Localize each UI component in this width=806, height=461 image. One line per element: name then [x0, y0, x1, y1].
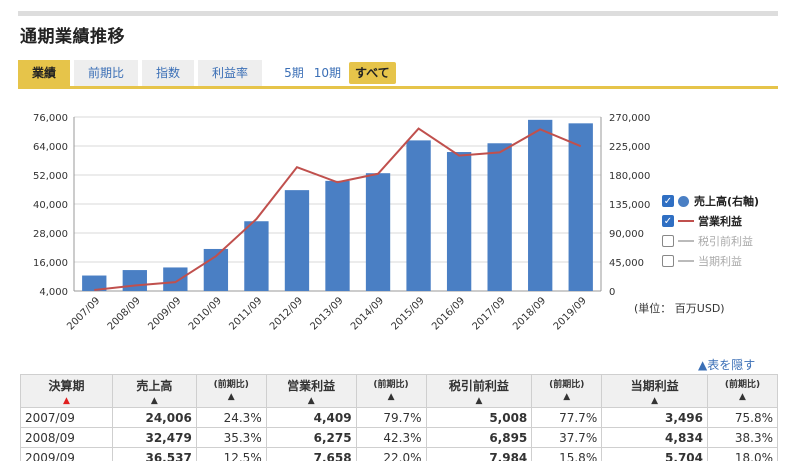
legend-revenue-label: 売上高(右軸): [694, 195, 760, 208]
legend-revenue[interactable]: ✓ 売上高(右軸): [662, 192, 759, 210]
col-revenue[interactable]: 売上高 ▲: [111, 374, 197, 408]
unit-label: (単位： 百万USD): [634, 302, 725, 315]
legend-line-marker-icon: [678, 220, 694, 222]
col-net-profit-yoy[interactable]: (前期比) ▲: [707, 374, 778, 408]
left-tick-label: 28,000: [33, 229, 68, 240]
right-tick-label: 180,000: [609, 171, 650, 182]
legend-operating-profit-checkbox[interactable]: ✓: [662, 215, 674, 227]
col-pretax-profit[interactable]: 税引前利益 ▲: [425, 374, 533, 408]
x-tick-label: 2010/09: [187, 295, 224, 332]
x-tick-label: 2016/09: [430, 295, 467, 332]
legend-net-profit[interactable]: 当期利益: [662, 252, 759, 270]
right-axis-ticks: 0 45,000 90,000 135,000 180,000 225,000 270,00…: [609, 113, 650, 298]
tab-margin[interactable]: 利益率: [198, 60, 263, 86]
table-row: 2008/09 32,479 35.3% 6,275 42.3% 6,895 3…: [20, 427, 778, 448]
legend-pretax-profit-label: 税引前利益: [698, 235, 753, 248]
col-pretax-profit-yoy[interactable]: (前期比) ▲: [531, 374, 603, 408]
right-tick-label: 45,000: [609, 258, 644, 269]
revenue-bar: [122, 270, 147, 291]
chart-legend: ✓ 売上高(右軸) ✓ 営業利益 税引前利益 当期利益: [662, 192, 759, 272]
x-tick-label: 2015/09: [390, 295, 427, 332]
x-tick-label: 2011/09: [227, 295, 264, 332]
table-row: 2009/09 36,537 12.5% 7,658 22.0% 7,984 1…: [20, 447, 778, 461]
x-tick-label: 2018/09: [511, 295, 548, 332]
tab-yoy[interactable]: 前期比: [74, 60, 139, 86]
x-axis-ticks: 2007/09 2008/09 2009/09 2010/09 2011/09 2012/…: [65, 295, 589, 332]
tab-bar: 業績 前期比 指数 利益率 5期 10期 すべて: [18, 60, 396, 86]
right-tick-label: 0: [609, 287, 615, 298]
left-tick-label: 4,000: [39, 287, 68, 298]
left-tick-label: 40,000: [33, 200, 68, 211]
col-revenue-yoy[interactable]: (前期比) ▲: [195, 374, 267, 408]
legend-net-profit-checkbox[interactable]: [662, 255, 674, 267]
left-tick-label: 52,000: [33, 171, 68, 182]
tab-results[interactable]: 業績: [18, 60, 71, 86]
results-table: 決算期 ▲ 売上高 ▲ (前期比) ▲ 営業利益 ▲ (前期比) ▲ 税引前利益 ▲ (前期…: [20, 374, 778, 461]
legend-net-profit-label: 当期利益: [698, 255, 742, 268]
tab-underline: [18, 86, 778, 89]
table-row: 2007/09 24,006 24.3% 4,409 79.7% 5,008 7…: [20, 407, 778, 428]
tab-index[interactable]: 指数: [142, 60, 195, 86]
left-tick-label: 76,000: [33, 113, 68, 124]
revenue-bar: [568, 123, 593, 292]
legend-revenue-checkbox[interactable]: ✓: [662, 195, 674, 207]
revenue-bar: [528, 119, 553, 291]
x-tick-label: 2017/09: [471, 295, 508, 332]
revenue-bar: [365, 173, 391, 291]
right-tick-label: 135,000: [609, 200, 650, 211]
left-tick-label: 64,000: [33, 142, 68, 153]
x-tick-label: 2008/09: [106, 295, 143, 332]
x-tick-label: 2019/09: [552, 295, 589, 332]
x-tick-label: 2014/09: [349, 295, 386, 332]
legend-line-marker-icon: [678, 240, 694, 242]
hide-table-link[interactable]: ▲表を隠す: [698, 356, 755, 373]
revenue-bar: [406, 140, 431, 291]
legend-bar-marker-icon: [678, 195, 689, 207]
legend-line-marker-icon: [678, 260, 694, 262]
revenue-bar: [163, 267, 188, 291]
revenue-bar: [487, 143, 512, 291]
revenue-bar: [446, 152, 472, 291]
legend-pretax-profit-checkbox[interactable]: [662, 235, 674, 247]
period-all-button[interactable]: すべて: [348, 62, 396, 84]
page-title: 通期業績推移: [20, 27, 125, 47]
revenue-bar: [284, 190, 310, 291]
left-tick-label: 16,000: [33, 258, 68, 269]
x-tick-label: 2007/09: [65, 295, 102, 332]
col-period[interactable]: 決算期 ▲: [20, 374, 113, 408]
legend-operating-profit[interactable]: ✓ 営業利益: [662, 212, 759, 230]
performance-chart: 4,000 16,000 28,000 40,000 52,000 64,000 76,00…: [33, 113, 650, 332]
x-tick-label: 2009/09: [146, 295, 183, 332]
col-net-profit[interactable]: 当期利益 ▲: [601, 374, 709, 408]
right-tick-label: 90,000: [609, 229, 644, 240]
left-axis-ticks: 4,000 16,000 28,000 40,000 52,000 64,000 76,00…: [33, 113, 68, 298]
col-operating-profit[interactable]: 営業利益 ▲: [265, 374, 357, 408]
top-rule: [18, 11, 778, 16]
x-tick-label: 2013/09: [308, 295, 345, 332]
x-tick-label: 2012/09: [268, 295, 305, 332]
period-10-button[interactable]: 10期: [314, 60, 341, 86]
period-5-button[interactable]: 5期: [284, 60, 304, 86]
right-tick-label: 225,000: [609, 142, 650, 153]
right-tick-label: 270,000: [609, 113, 650, 124]
legend-pretax-profit[interactable]: 税引前利益: [662, 232, 759, 250]
legend-operating-profit-label: 営業利益: [698, 215, 742, 228]
col-operating-profit-yoy[interactable]: (前期比) ▲: [355, 374, 427, 408]
revenue-bar: [244, 221, 269, 291]
revenue-bar: [325, 180, 350, 291]
